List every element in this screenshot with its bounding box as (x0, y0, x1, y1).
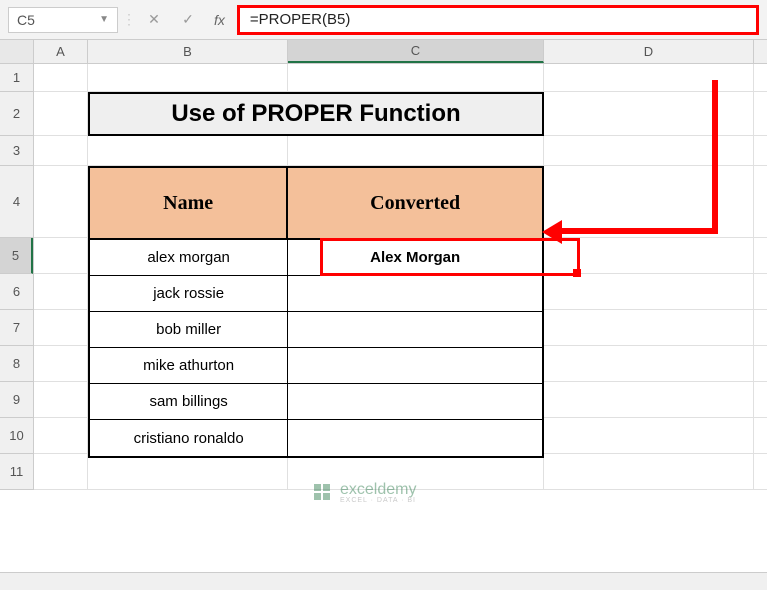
row-header-9[interactable]: 9 (0, 382, 33, 418)
table-header-row: Name Converted (90, 168, 542, 240)
col-header-A[interactable]: A (34, 40, 88, 63)
table-row: sam billings (90, 384, 542, 420)
chevron-down-icon[interactable]: ▼ (99, 14, 109, 25)
enter-icon[interactable]: ✓ (174, 7, 202, 33)
row-header-5[interactable]: 5 (0, 238, 33, 274)
cell-name[interactable]: alex morgan (90, 240, 288, 275)
data-table: Name Converted alex morgan Alex Morgan j… (88, 166, 544, 458)
row-header-2[interactable]: 2 (0, 92, 33, 136)
name-box[interactable]: C5 ▼ (8, 7, 118, 33)
row-header-7[interactable]: 7 (0, 310, 33, 346)
watermark-tag: EXCEL · DATA · BI (340, 497, 416, 504)
cell-name[interactable]: jack rossie (90, 276, 288, 311)
col-header-C[interactable]: C (288, 40, 544, 63)
cell-name[interactable]: mike athurton (90, 348, 288, 383)
row-header-4[interactable]: 4 (0, 166, 33, 238)
name-box-value: C5 (17, 12, 35, 28)
cells-area[interactable]: Use of PROPER Function Name Converted al… (34, 64, 767, 490)
row-header-3[interactable]: 3 (0, 136, 33, 166)
watermark: exceldemy EXCEL · DATA · BI (310, 480, 416, 504)
header-converted[interactable]: Converted (288, 168, 542, 238)
column-headers: A B C D (0, 40, 767, 64)
row-header-11[interactable]: 11 (0, 454, 33, 490)
row-header-1[interactable]: 1 (0, 64, 33, 92)
sheet-title[interactable]: Use of PROPER Function (88, 92, 544, 136)
fx-icon[interactable]: fx (214, 12, 225, 28)
col-header-B[interactable]: B (88, 40, 288, 63)
header-name[interactable]: Name (90, 168, 288, 238)
table-row: mike athurton (90, 348, 542, 384)
row-header-6[interactable]: 6 (0, 274, 33, 310)
select-all-corner[interactable] (0, 40, 34, 63)
cell-converted[interactable]: Alex Morgan (288, 240, 542, 275)
cell-converted[interactable] (288, 384, 542, 419)
formula-bar: C5 ▼ ⋮ ✕ ✓ fx =PROPER(B5) (0, 0, 767, 40)
formula-text: =PROPER(B5) (250, 11, 350, 28)
cell-name[interactable]: cristiano ronaldo (90, 420, 288, 456)
watermark-brand: exceldemy (340, 481, 416, 499)
table-row: jack rossie (90, 276, 542, 312)
logo-icon (310, 480, 334, 504)
table-row: bob miller (90, 312, 542, 348)
cancel-icon[interactable]: ✕ (140, 7, 168, 33)
table-row: alex morgan Alex Morgan (90, 240, 542, 276)
cell-name[interactable]: sam billings (90, 384, 288, 419)
col-header-D[interactable]: D (544, 40, 754, 63)
cell-name[interactable]: bob miller (90, 312, 288, 347)
cell-converted[interactable] (288, 312, 542, 347)
spreadsheet-grid: A B C D 1 2 3 4 5 6 7 8 9 10 11 (0, 40, 767, 490)
row-headers: 1 2 3 4 5 6 7 8 9 10 11 (0, 64, 34, 490)
cell-converted[interactable] (288, 276, 542, 311)
row-header-10[interactable]: 10 (0, 418, 33, 454)
table-row: cristiano ronaldo (90, 420, 542, 456)
horizontal-scrollbar[interactable] (0, 572, 767, 590)
formula-input[interactable]: =PROPER(B5) (237, 5, 759, 35)
cell-converted[interactable] (288, 420, 542, 456)
cell-converted[interactable] (288, 348, 542, 383)
row-header-8[interactable]: 8 (0, 346, 33, 382)
separator: ⋮ (124, 7, 134, 33)
